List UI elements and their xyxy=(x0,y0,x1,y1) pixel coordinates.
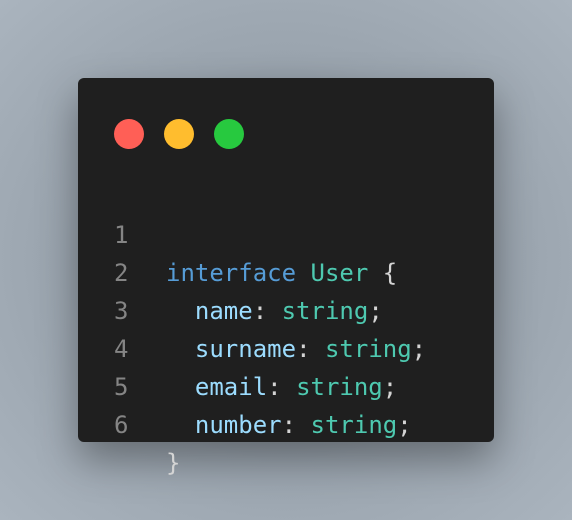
code-block: 1 interface User { 2 name: string; 3 sur… xyxy=(78,178,494,477)
code-line: 6 } xyxy=(78,368,494,477)
semicolon-token: ; xyxy=(397,411,412,439)
close-brace-token: } xyxy=(166,449,181,477)
line-number: 6 xyxy=(114,411,129,439)
code-text: number: string; xyxy=(166,406,412,444)
code-text: } xyxy=(166,444,180,482)
property-token: number xyxy=(194,411,282,439)
type-token: string xyxy=(310,411,398,439)
maximize-button[interactable] xyxy=(214,119,244,149)
minimize-button[interactable] xyxy=(164,119,194,149)
colon-token: : xyxy=(281,411,297,439)
close-button[interactable] xyxy=(114,119,144,149)
code-line: 2 name: string; xyxy=(78,216,494,325)
window-controls xyxy=(114,119,244,149)
code-line: 5 number: string; xyxy=(78,330,494,439)
code-window: 1 interface User { 2 name: string; 3 sur… xyxy=(78,78,494,477)
code-line: 1 interface User { xyxy=(78,178,494,287)
code-line: 4 email: string; xyxy=(78,292,494,401)
code-line: 3 surname: string; xyxy=(78,254,494,363)
